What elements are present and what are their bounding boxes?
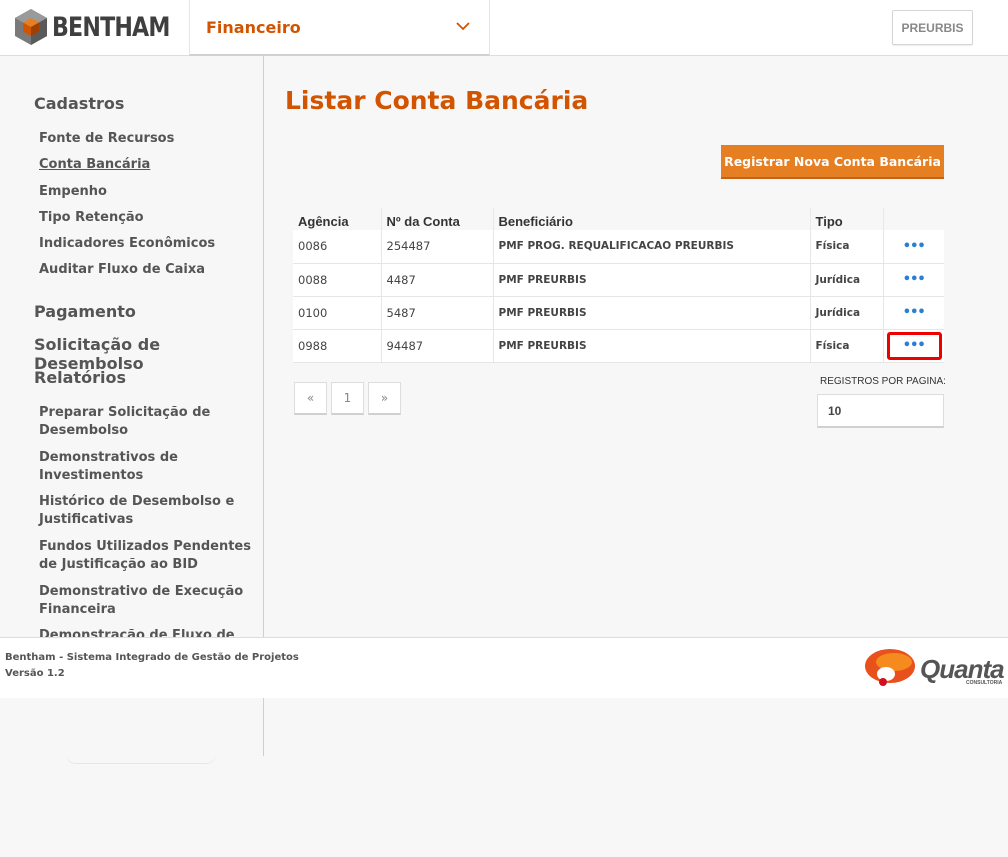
- cell-agencia: 0100: [293, 296, 382, 330]
- pagination-prev-button[interactable]: «: [294, 382, 327, 415]
- highlight-box: [886, 331, 942, 360]
- cell-beneficiario: PMF PREURBIS: [493, 329, 811, 363]
- sidebar-section-pagamento[interactable]: Pagamento: [34, 302, 136, 321]
- sidebar-section-relatorios[interactable]: Relatórios: [34, 368, 126, 387]
- sidebar-item-demonstrativo-execucao[interactable]: Demonstrativo de Execução Financeira: [39, 583, 254, 619]
- sidebar-item-conta-bancaria[interactable]: Conta Bancária: [39, 156, 254, 174]
- cell-agencia: 0988: [293, 329, 382, 363]
- sidebar-section-cadastros[interactable]: Cadastros: [34, 94, 124, 113]
- register-new-account-button[interactable]: Registrar Nova Conta Bancária: [721, 145, 944, 179]
- cell-actions: •••: [883, 230, 944, 264]
- column-header-beneficiario[interactable]: Beneficiário: [493, 208, 811, 230]
- more-actions-icon[interactable]: •••: [903, 272, 926, 287]
- column-header-tipo[interactable]: Tipo: [810, 208, 884, 230]
- pagination: « 1 »: [294, 382, 401, 415]
- pagination-page-1[interactable]: 1: [331, 382, 364, 415]
- cell-beneficiario: PMF PROG. REQUALIFICACAO PREURBIS: [493, 230, 811, 264]
- cell-actions: •••: [883, 296, 944, 330]
- table-row[interactable]: 0086 254487 PMF PROG. REQUALIFICACAO PRE…: [293, 230, 944, 264]
- cell-conta: 94487: [381, 329, 494, 363]
- sidebar-item-indicadores-economicos[interactable]: Indicadores Econômicos: [39, 235, 254, 253]
- cell-agencia: 0086: [293, 230, 382, 264]
- logo-text: BENTHAM: [52, 11, 170, 43]
- table-row[interactable]: 0988 94487 PMF PREURBIS Física •••: [293, 329, 944, 363]
- table-row[interactable]: 0088 4487 PMF PREURBIS Jurídica •••: [293, 263, 944, 297]
- more-actions-icon[interactable]: •••: [903, 305, 926, 320]
- cell-tipo: Física: [810, 329, 884, 363]
- cube-logo-icon: [15, 9, 47, 45]
- bentham-logo[interactable]: BENTHAM: [14, 8, 195, 46]
- per-page-label: REGISTROS POR PAGINA:: [820, 376, 946, 387]
- column-header-conta[interactable]: Nº da Conta: [381, 208, 494, 230]
- chevron-down-icon: [456, 22, 470, 31]
- user-button[interactable]: PREURBIS: [892, 10, 973, 45]
- sidebar-item-fundos-utilizados[interactable]: Fundos Utilizados Pendentes de Justifica…: [39, 538, 254, 574]
- footer: Bentham - Sistema Integrado de Gestão de…: [0, 637, 1008, 698]
- cell-conta: 4487: [381, 263, 494, 297]
- column-header-agencia[interactable]: Agência: [293, 208, 382, 230]
- cell-tipo: Jurídica: [810, 296, 884, 330]
- per-page-select[interactable]: 10: [817, 394, 944, 428]
- quanta-logo: Quanta CONSULTORIA: [864, 648, 1008, 688]
- quanta-brand-subtitle: CONSULTORIA: [966, 680, 1003, 686]
- column-header-actions: [883, 208, 944, 230]
- sidebar-item-empenho[interactable]: Empenho: [39, 183, 254, 201]
- table-header-row: Agência Nº da Conta Beneficiário Tipo: [293, 208, 944, 230]
- more-actions-icon[interactable]: •••: [903, 239, 926, 254]
- sidebar-item-fonte-de-recursos[interactable]: Fonte de Recursos: [39, 130, 254, 148]
- footer-system-name: Bentham - Sistema Integrado de Gestão de…: [5, 652, 299, 663]
- accounts-table: Agência Nº da Conta Beneficiário Tipo 00…: [293, 208, 944, 363]
- cell-actions: •••: [883, 263, 944, 297]
- pagination-next-button[interactable]: »: [368, 382, 401, 415]
- module-label: Financeiro: [206, 18, 301, 37]
- footer-version: Versão 1.2: [5, 668, 65, 679]
- page-title: Listar Conta Bancária: [285, 86, 589, 115]
- quanta-swirl-icon: [865, 649, 915, 686]
- sidebar-bottom-decoration: [66, 750, 216, 764]
- sidebar-item-auditar-fluxo-de-caixa[interactable]: Auditar Fluxo de Caixa: [39, 261, 254, 279]
- sidebar-item-preparar-solicitacao[interactable]: Preparar Solicitação de Desembolso: [39, 404, 254, 440]
- cell-actions: •••: [883, 329, 944, 363]
- cell-conta: 254487: [381, 230, 494, 264]
- table-row[interactable]: 0100 5487 PMF PREURBIS Jurídica •••: [293, 296, 944, 330]
- sidebar-item-demonstrativos-investimentos[interactable]: Demonstrativos de Investimentos: [39, 449, 254, 485]
- cell-tipo: Jurídica: [810, 263, 884, 297]
- cell-conta: 5487: [381, 296, 494, 330]
- sidebar-item-historico-desembolso[interactable]: Histórico de Desembolso e Justificativas: [39, 493, 254, 529]
- sidebar-item-tipo-retencao[interactable]: Tipo Retenção: [39, 209, 254, 227]
- top-header: BENTHAM Financeiro PREURBIS: [0, 0, 1008, 56]
- cell-beneficiario: PMF PREURBIS: [493, 263, 811, 297]
- cell-beneficiario: PMF PREURBIS: [493, 296, 811, 330]
- cell-agencia: 0088: [293, 263, 382, 297]
- module-dropdown[interactable]: Financeiro: [189, 0, 490, 56]
- cell-tipo: Física: [810, 230, 884, 264]
